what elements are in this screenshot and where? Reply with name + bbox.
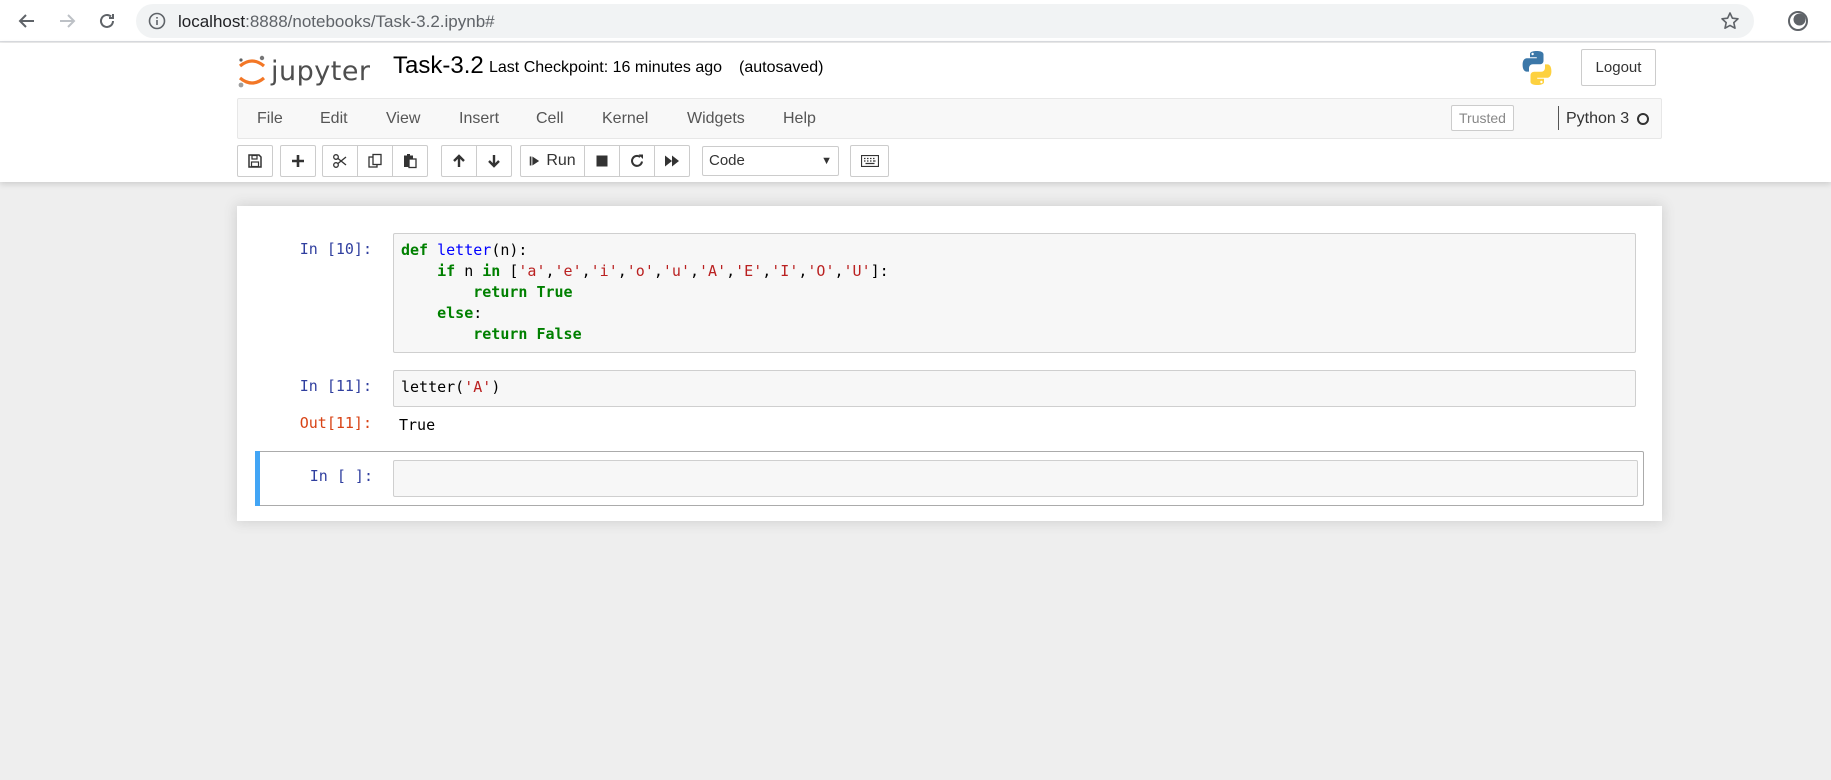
url-host: localhost [178, 12, 246, 31]
paste-button[interactable] [392, 145, 428, 177]
scissors-icon [333, 154, 347, 168]
browser-chrome: localhost:8888/notebooks/Task-3.2.ipynb# [0, 0, 1831, 42]
menu-help[interactable]: Help [783, 110, 816, 128]
notebook-title[interactable]: Task-3.2 [393, 52, 484, 80]
copy-button[interactable] [357, 145, 393, 177]
forward-button[interactable] [50, 4, 84, 38]
code-input[interactable]: def letter(n): if n in ['a','e','i','o',… [393, 233, 1636, 353]
output-prompt: Out[11]: [299, 414, 372, 432]
menu-insert[interactable]: Insert [459, 110, 499, 128]
arrow-left-icon [18, 14, 34, 28]
code-input[interactable]: letter('A') [393, 370, 1636, 407]
plus-icon [292, 155, 304, 167]
selected-code-cell[interactable]: In [ ]: [255, 451, 1644, 506]
address-bar[interactable]: localhost:8888/notebooks/Task-3.2.ipynb# [136, 4, 1754, 38]
stop-icon [596, 155, 608, 167]
restart-run-all-button[interactable] [654, 145, 690, 177]
toolbar: Run Code ▼ [237, 145, 1662, 177]
arrow-right-icon [60, 14, 76, 28]
kernel-divider [1558, 106, 1559, 130]
restart-kernel-button[interactable] [619, 145, 655, 177]
menu-file[interactable]: File [257, 110, 283, 128]
input-prompt: In [11]: [299, 377, 372, 395]
logout-button[interactable]: Logout [1581, 49, 1656, 86]
cell-type-value: Code [709, 152, 745, 169]
move-up-button[interactable] [441, 145, 477, 177]
dropdown-arrow-icon: ▼ [821, 155, 832, 167]
run-button[interactable]: Run [520, 145, 585, 177]
menu-kernel[interactable]: Kernel [602, 110, 648, 128]
cell-output: True [399, 416, 436, 434]
input-prompt: In [ ]: [309, 467, 373, 485]
insert-cell-button[interactable] [280, 145, 316, 177]
menu-view[interactable]: View [386, 110, 420, 128]
copy-icon [368, 153, 382, 168]
kernel-idle-indicator-icon [1637, 113, 1649, 125]
interrupt-kernel-button[interactable] [584, 145, 620, 177]
jupyter-header: jupyter Task-3.2 Last Checkpoint: 16 min… [0, 43, 1831, 182]
fast-forward-icon [665, 155, 679, 167]
info-icon[interactable] [148, 12, 166, 30]
jupyter-logo[interactable]: jupyter [237, 51, 371, 91]
reload-icon [100, 13, 114, 28]
url-text: localhost:8888/notebooks/Task-3.2.ipynb# [178, 12, 495, 32]
command-palette-button[interactable] [850, 145, 889, 177]
cut-button[interactable] [322, 145, 358, 177]
menu-edit[interactable]: Edit [320, 110, 348, 128]
menu-widgets[interactable]: Widgets [687, 110, 745, 128]
checkpoint-status: Last Checkpoint: 16 minutes ago [489, 59, 723, 76]
menu-cell[interactable]: Cell [536, 110, 564, 128]
jupyter-logo-icon [238, 55, 266, 88]
floppy-disk-icon [248, 154, 262, 168]
run-label: Run [546, 152, 576, 169]
logo-text: jupyter [271, 55, 371, 87]
move-down-button[interactable] [476, 145, 512, 177]
back-button[interactable] [10, 4, 44, 38]
python-logo-icon [1522, 51, 1552, 85]
autosave-status: (autosaved) [739, 59, 824, 76]
cell-type-select[interactable]: Code ▼ [702, 146, 839, 176]
save-button[interactable] [237, 145, 273, 177]
paste-icon [404, 154, 417, 169]
keyboard-icon [860, 155, 879, 167]
arrow-up-icon [453, 154, 465, 167]
restart-icon [631, 154, 643, 167]
arrow-down-icon [488, 155, 500, 168]
input-prompt: In [10]: [299, 240, 372, 258]
code-input[interactable] [393, 460, 1638, 497]
bookmark-star-icon[interactable] [1720, 11, 1740, 31]
step-forward-icon [530, 156, 540, 166]
kernel-name[interactable]: Python 3 [1566, 110, 1629, 128]
url-path: :8888/notebooks/Task-3.2.ipynb# [245, 12, 495, 31]
menubar: File Edit View Insert Cell Kernel Widget… [237, 98, 1662, 139]
trusted-badge[interactable]: Trusted [1451, 105, 1514, 131]
notebook-container: In [10]: def letter(n): if n in ['a','e'… [237, 206, 1662, 521]
reload-button[interactable] [90, 4, 124, 38]
profile-icon[interactable] [1786, 9, 1810, 33]
